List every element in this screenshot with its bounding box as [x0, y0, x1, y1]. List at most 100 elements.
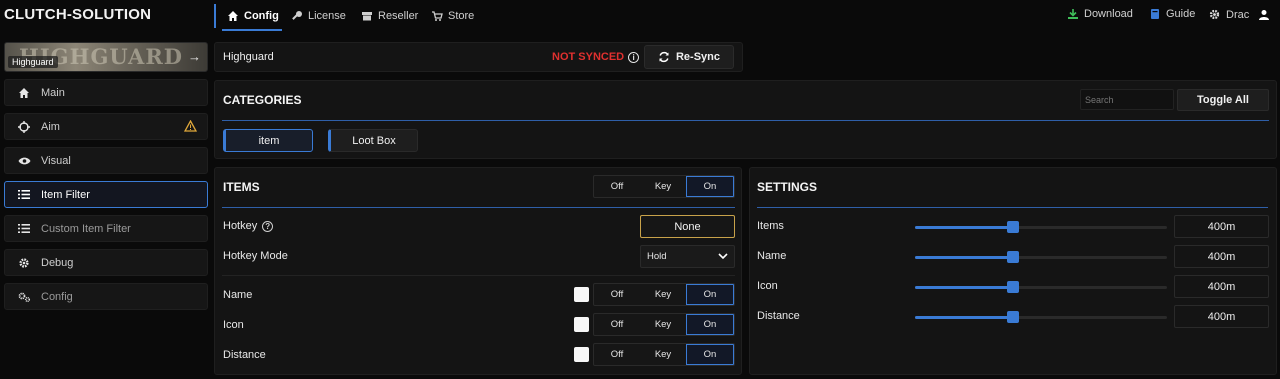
- item-row-name-checkbox[interactable]: [574, 287, 589, 302]
- slider-handle[interactable]: [1007, 221, 1019, 233]
- hotkey-mode-select[interactable]: Hold: [640, 245, 735, 268]
- chevron-down-icon: [718, 253, 728, 260]
- items-title: ITEMS: [223, 180, 260, 194]
- setting-items-value[interactable]: 400m: [1174, 215, 1269, 238]
- toggle-all-button[interactable]: Toggle All: [1177, 89, 1269, 111]
- item-row-name-label: Name: [223, 289, 253, 301]
- key-icon: [291, 10, 303, 22]
- mode-key[interactable]: Key: [640, 344, 686, 365]
- slider-fill: [915, 286, 1013, 289]
- tab-reseller-label: Reseller: [378, 10, 419, 22]
- setting-items-label: Items: [757, 220, 784, 232]
- help-icon[interactable]: ?: [262, 220, 274, 232]
- home-icon: [227, 10, 239, 22]
- setting-distance-value[interactable]: 400m: [1174, 305, 1269, 328]
- mode-off[interactable]: Off: [594, 284, 640, 305]
- sidebar-item-label: Aim: [41, 120, 60, 133]
- mode-on[interactable]: On: [686, 176, 734, 197]
- sidebar-item-label: Custom Item Filter: [41, 222, 131, 235]
- game-banner[interactable]: HIGHGUARD Highguard →: [4, 42, 208, 72]
- tab-config[interactable]: Config: [227, 8, 279, 24]
- gears-icon: [17, 291, 31, 303]
- slider-handle[interactable]: [1007, 281, 1019, 293]
- tab-store-label: Store: [448, 10, 475, 22]
- mode-key[interactable]: Key: [640, 176, 686, 197]
- categories-title: CATEGORIES: [223, 93, 302, 107]
- mode-off[interactable]: Off: [594, 176, 640, 197]
- setting-icon-value[interactable]: 400m: [1174, 275, 1269, 298]
- eye-icon: [17, 156, 31, 166]
- sidebar-item-main[interactable]: Main: [4, 79, 208, 106]
- slider-fill: [915, 256, 1013, 259]
- slider-handle[interactable]: [1007, 311, 1019, 323]
- mode-key[interactable]: Key: [640, 314, 686, 335]
- item-row-icon-checkbox[interactable]: [574, 317, 589, 332]
- sidebar-item-label: Item Filter: [41, 188, 90, 201]
- settings-divider: [757, 207, 1268, 208]
- mode-on[interactable]: On: [686, 314, 734, 335]
- list-icon: [17, 189, 31, 200]
- hotkey-mode-value: Hold: [647, 251, 667, 262]
- resync-button[interactable]: Re-Sync: [644, 45, 734, 69]
- sidebar-item-aim[interactable]: Aim: [4, 113, 208, 140]
- setting-name-value[interactable]: 400m: [1174, 245, 1269, 268]
- setting-name-slider[interactable]: [915, 251, 1167, 263]
- sidebar-item-label: Main: [41, 86, 65, 99]
- guide-link[interactable]: Guide: [1149, 8, 1195, 20]
- hotkey-button[interactable]: None: [640, 215, 735, 238]
- book-icon: [1149, 8, 1161, 20]
- sidebar-item-item-filter[interactable]: Item Filter: [4, 181, 208, 208]
- user-menu[interactable]: Drac: [1208, 8, 1270, 21]
- guide-label: Guide: [1166, 8, 1196, 20]
- setting-name-label: Name: [757, 250, 787, 262]
- sidebar-item-config[interactable]: Config: [4, 283, 208, 310]
- tab-config-label: Config: [244, 10, 279, 22]
- mode-on[interactable]: On: [686, 284, 734, 305]
- sync-status-text: NOT SYNCED: [552, 51, 625, 63]
- download-link[interactable]: Download: [1067, 8, 1133, 20]
- resync-label: Re-Sync: [675, 51, 721, 63]
- tab-license[interactable]: License: [291, 8, 346, 24]
- item-row-distance-checkbox[interactable]: [574, 347, 589, 362]
- items-divider: [222, 207, 735, 208]
- home-icon: [17, 87, 31, 99]
- mode-key[interactable]: Key: [640, 284, 686, 305]
- setting-icon-label: Icon: [757, 280, 778, 292]
- cart-icon: [431, 10, 443, 22]
- user-icon: [1258, 9, 1270, 21]
- settings-title: SETTINGS: [757, 180, 818, 194]
- list-icon: [17, 223, 31, 234]
- tab-reseller[interactable]: Reseller: [361, 8, 418, 24]
- sidebar-item-custom-item-filter[interactable]: Custom Item Filter: [4, 215, 208, 242]
- slider-handle[interactable]: [1007, 251, 1019, 263]
- sidebar-item-visual[interactable]: Visual: [4, 147, 208, 174]
- items-mode-toggle: Off Key On: [593, 175, 735, 198]
- sidebar-item-label: Debug: [41, 256, 74, 269]
- setting-icon-slider[interactable]: [915, 281, 1167, 293]
- item-row-distance-label: Distance: [223, 349, 266, 361]
- info-icon[interactable]: i: [628, 51, 640, 63]
- game-title: Highguard: [223, 51, 274, 63]
- sync-status: NOT SYNCED i: [552, 51, 640, 63]
- gear-icon: [17, 257, 31, 269]
- mode-off[interactable]: Off: [594, 344, 640, 365]
- setting-distance-slider[interactable]: [915, 311, 1167, 323]
- slider-fill: [915, 316, 1013, 319]
- tab-license-label: License: [308, 10, 346, 22]
- search-input[interactable]: [1080, 89, 1174, 110]
- sidebar-item-debug[interactable]: Debug: [4, 249, 208, 276]
- sidebar-item-label: Config: [41, 290, 73, 303]
- box-icon: [361, 10, 373, 22]
- download-label: Download: [1084, 8, 1133, 20]
- top-divider: [214, 4, 216, 28]
- mode-on[interactable]: On: [686, 344, 734, 365]
- category-chip-item[interactable]: item: [223, 129, 313, 152]
- category-chip-loot-box[interactable]: Loot Box: [328, 129, 418, 152]
- tab-store[interactable]: Store: [431, 8, 474, 24]
- setting-distance-label: Distance: [757, 310, 800, 322]
- item-row-distance-toggle: Off Key On: [593, 343, 735, 366]
- setting-items-slider[interactable]: [915, 221, 1167, 233]
- user-name: Drac: [1226, 8, 1250, 21]
- settings-panel: [749, 167, 1277, 375]
- mode-off[interactable]: Off: [594, 314, 640, 335]
